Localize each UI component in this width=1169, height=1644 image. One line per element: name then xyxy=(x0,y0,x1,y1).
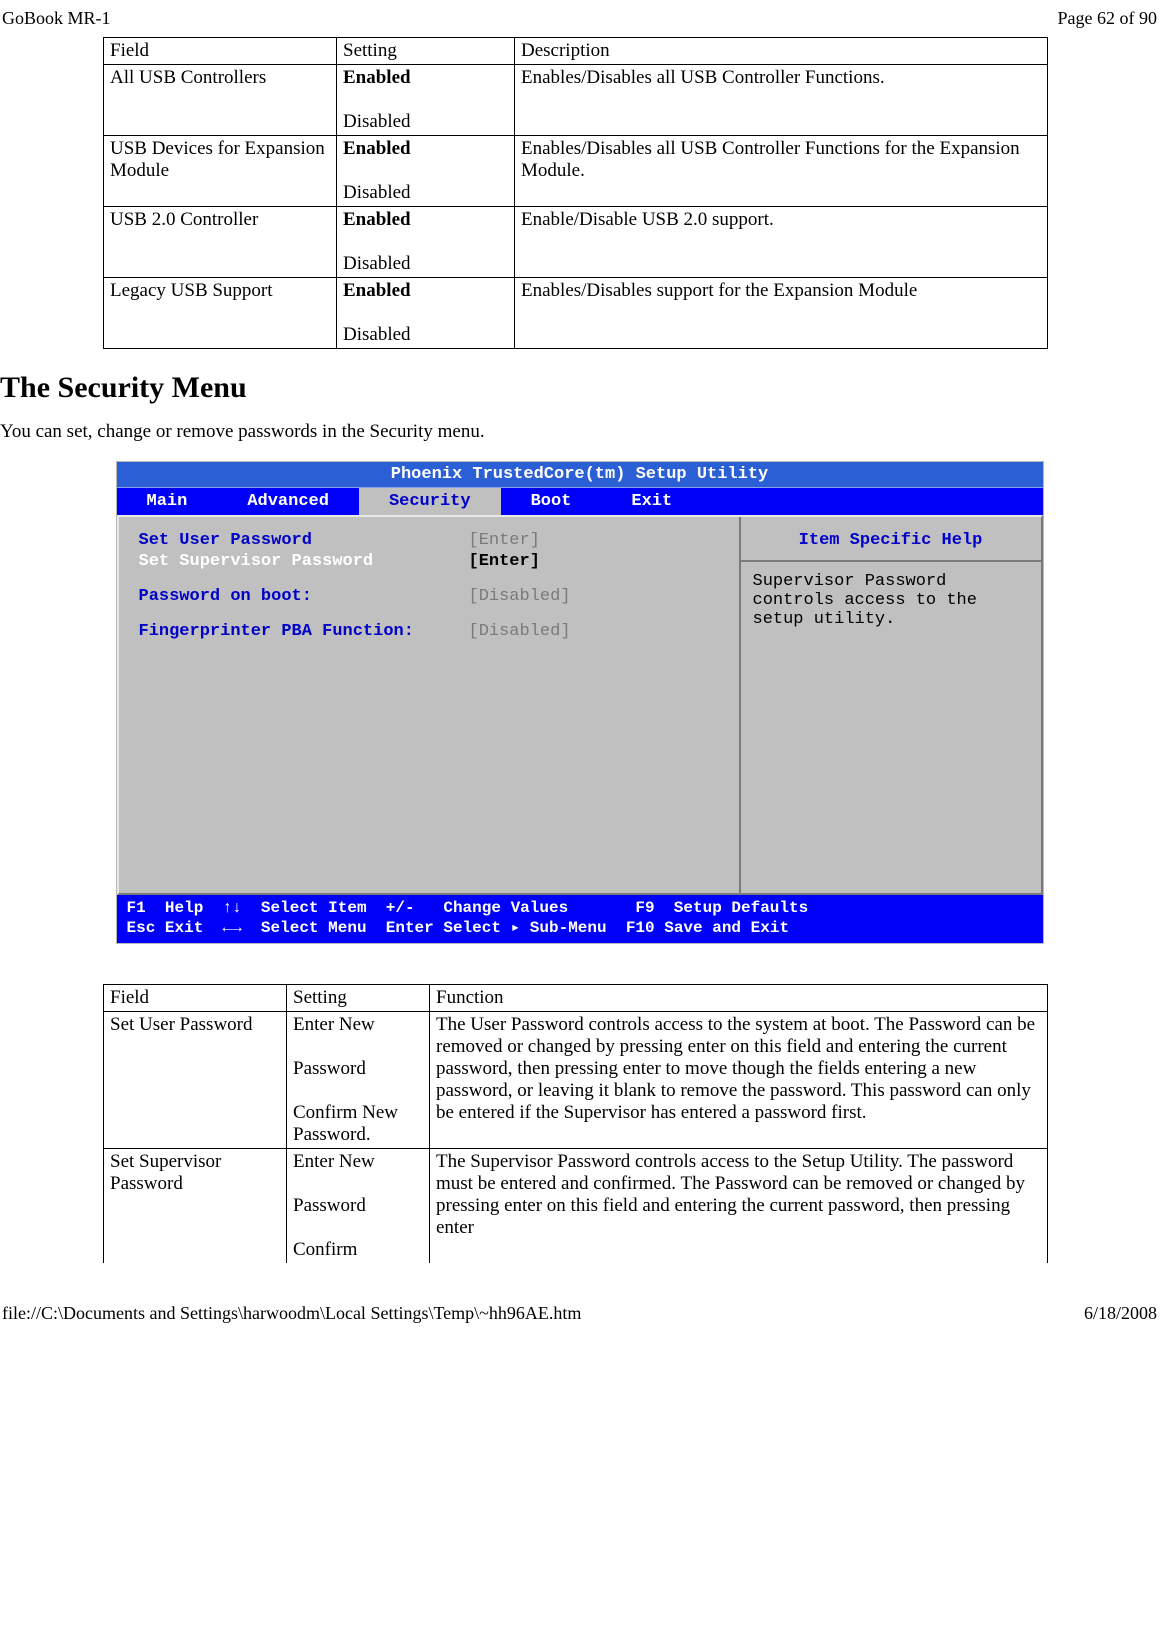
cell-field: Set User Password xyxy=(104,1012,287,1149)
cell-desc: Enable/Disable USB 2.0 support. xyxy=(515,207,1048,278)
cell-setting: Enter New Password Confirm New Password. xyxy=(287,1012,430,1149)
col-setting: Setting xyxy=(337,38,515,65)
table-row: Set User Password Enter New Password Con… xyxy=(104,1012,1048,1149)
bios-item-set-user-password[interactable]: Set User Password [Enter] xyxy=(139,531,719,550)
bios-help-body: Supervisor Password controls access to t… xyxy=(741,562,1041,639)
col-setting: Setting xyxy=(287,985,430,1012)
doc-title: GoBook MR-1 xyxy=(2,8,111,29)
col-description: Description xyxy=(515,38,1048,65)
table-header-row: Field Setting Function xyxy=(104,985,1048,1012)
bios-screenshot: Phoenix TrustedCore(tm) Setup Utility Ma… xyxy=(116,461,1044,944)
bios-tab-main[interactable]: Main xyxy=(117,488,218,515)
cell-field: Set Supervisor Password xyxy=(104,1149,287,1264)
table-row: USB 2.0 Controller Enabled Disabled Enab… xyxy=(104,207,1048,278)
cell-setting: Enter New Password Confirm xyxy=(287,1149,430,1264)
table-row: Legacy USB Support Enabled Disabled Enab… xyxy=(104,278,1048,349)
cell-desc: Enables/Disables all USB Controller Func… xyxy=(515,65,1048,136)
bios-help-title: Item Specific Help xyxy=(741,517,1041,562)
table-row: All USB Controllers Enabled Disabled Ena… xyxy=(104,65,1048,136)
bios-tab-bar: Main Advanced Security Boot Exit xyxy=(117,488,1043,515)
bios-tab-exit[interactable]: Exit xyxy=(601,488,702,515)
security-table: Field Setting Function Set User Password… xyxy=(103,984,1048,1263)
col-field: Field xyxy=(104,38,337,65)
cell-field: USB Devices for Expansion Module xyxy=(104,136,337,207)
bios-help-pane: Item Specific Help Supervisor Password c… xyxy=(739,517,1041,893)
bios-footer-keys: F1 Help ↑↓ Select Item +/- Change Values… xyxy=(117,895,1043,943)
table-header-row: Field Setting Description xyxy=(104,38,1048,65)
col-function: Function xyxy=(430,985,1048,1012)
cell-setting: Enabled Disabled xyxy=(337,136,515,207)
cell-desc: Enables/Disables support for the Expansi… xyxy=(515,278,1048,349)
file-path: file://C:\Documents and Settings\harwood… xyxy=(2,1303,581,1324)
print-date: 6/18/2008 xyxy=(1084,1303,1157,1324)
bios-tab-security[interactable]: Security xyxy=(359,488,501,515)
bios-tab-advanced[interactable]: Advanced xyxy=(217,488,359,515)
cell-field: All USB Controllers xyxy=(104,65,337,136)
table-row: USB Devices for Expansion Module Enabled… xyxy=(104,136,1048,207)
page-footer: file://C:\Documents and Settings\harwood… xyxy=(0,1263,1159,1330)
table-row: Set Supervisor Password Enter New Passwo… xyxy=(104,1149,1048,1264)
cell-setting: Enabled Disabled xyxy=(337,65,515,136)
bios-item-set-supervisor-password[interactable]: Set Supervisor Password [Enter] xyxy=(139,552,719,571)
cell-setting: Enabled Disabled xyxy=(337,207,515,278)
page-header: GoBook MR-1 Page 62 of 90 xyxy=(0,8,1159,35)
cell-field: USB 2.0 Controller xyxy=(104,207,337,278)
section-lead: You can set, change or remove passwords … xyxy=(0,421,1159,443)
usb-config-table: Field Setting Description All USB Contro… xyxy=(103,37,1048,349)
section-heading: The Security Menu xyxy=(0,371,1159,405)
bios-tab-boot[interactable]: Boot xyxy=(501,488,602,515)
col-field: Field xyxy=(104,985,287,1012)
cell-setting: Enabled Disabled xyxy=(337,278,515,349)
cell-desc: Enables/Disables all USB Controller Func… xyxy=(515,136,1048,207)
cell-function: The Supervisor Password controls access … xyxy=(430,1149,1048,1264)
bios-left-pane: Set User Password [Enter] Set Supervisor… xyxy=(119,517,739,893)
bios-title-bar: Phoenix TrustedCore(tm) Setup Utility xyxy=(117,462,1043,488)
cell-function: The User Password controls access to the… xyxy=(430,1012,1048,1149)
page-number: Page 62 of 90 xyxy=(1058,8,1157,29)
bios-item-password-on-boot[interactable]: Password on boot: [Disabled] xyxy=(139,587,719,606)
bios-body: Set User Password [Enter] Set Supervisor… xyxy=(117,515,1043,895)
cell-field: Legacy USB Support xyxy=(104,278,337,349)
bios-item-fingerprinter-pba[interactable]: Fingerprinter PBA Function: [Disabled] xyxy=(139,622,719,641)
